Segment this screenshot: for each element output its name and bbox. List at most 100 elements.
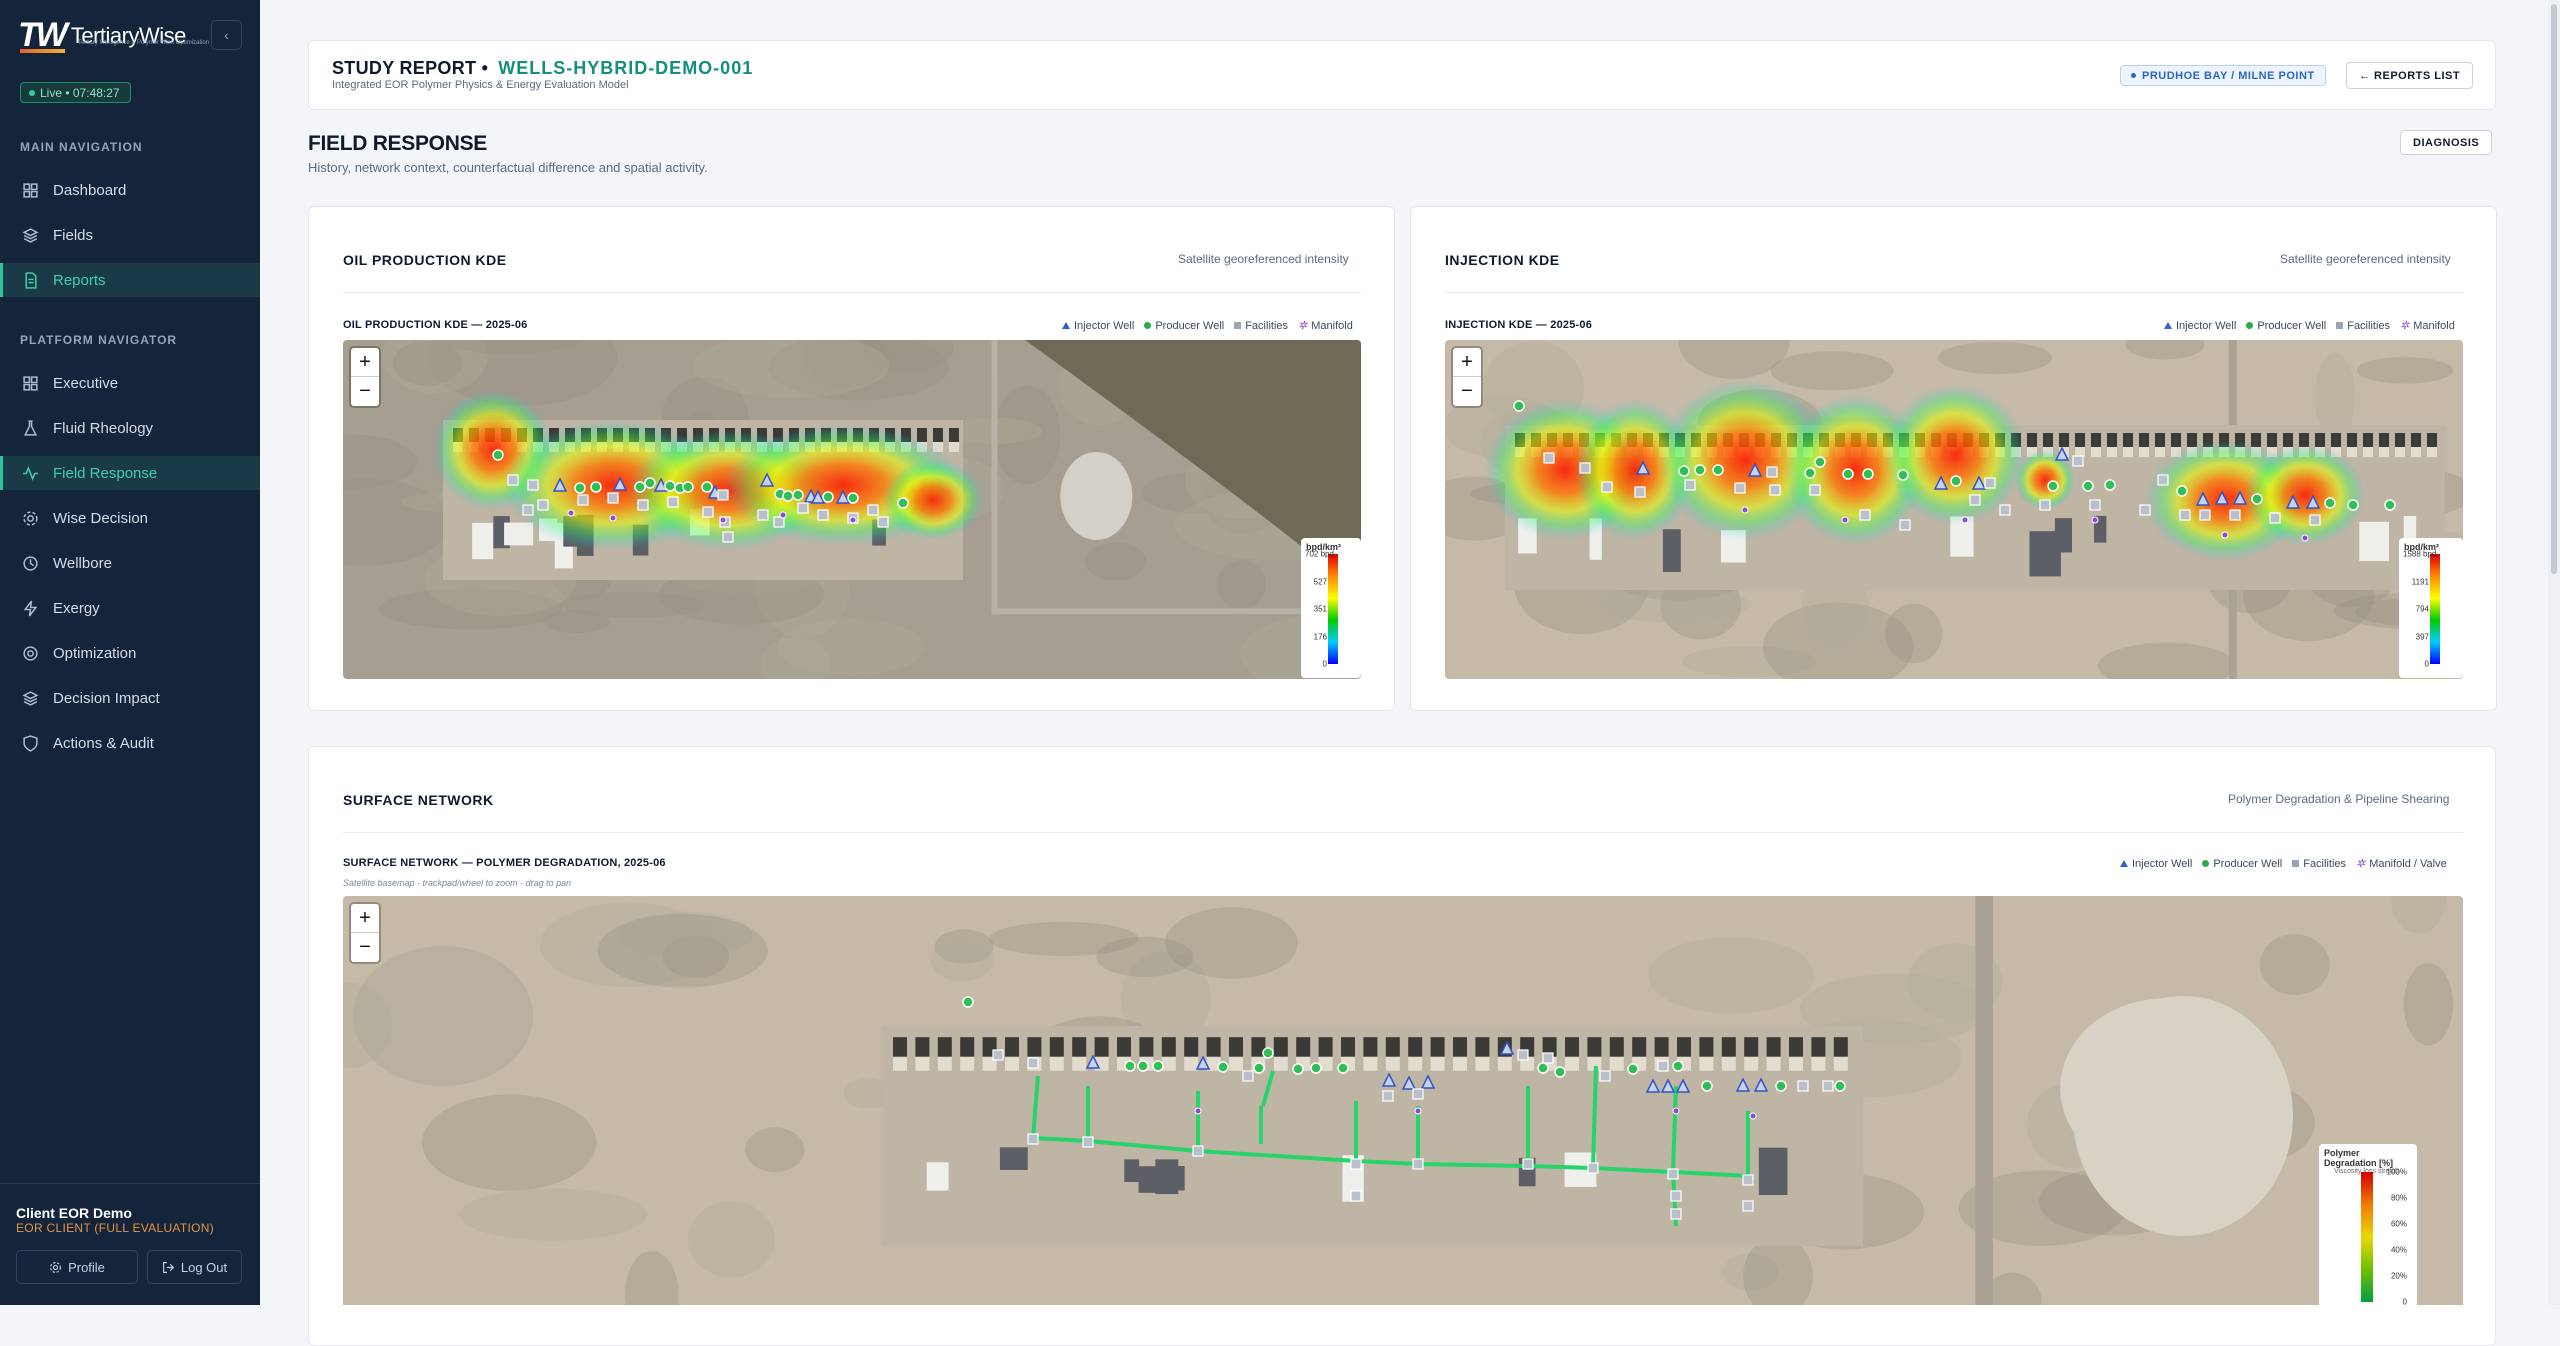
collapse-sidebar-button[interactable]: ‹ — [211, 20, 242, 50]
producer-well-marker[interactable] — [1775, 1080, 1787, 1092]
producer-well-marker[interactable] — [1513, 400, 1525, 412]
producer-well-marker[interactable] — [664, 480, 676, 492]
producer-well-marker[interactable] — [792, 489, 804, 501]
manifold-marker[interactable] — [1961, 516, 1969, 524]
facility-marker[interactable] — [667, 496, 679, 508]
sidebar-item-reports[interactable]: Reports — [0, 263, 260, 297]
facility-marker[interactable] — [1599, 1070, 1611, 1082]
facility-marker[interactable] — [757, 509, 769, 521]
facility-marker[interactable] — [1766, 466, 1778, 478]
producer-well-marker[interactable] — [1337, 1062, 1349, 1074]
producer-well-marker[interactable] — [1292, 1063, 1304, 1075]
facility-marker[interactable] — [1412, 1158, 1424, 1170]
producer-well-marker[interactable] — [1712, 464, 1724, 476]
facility-marker[interactable] — [1809, 484, 1821, 496]
facility-marker[interactable] — [773, 516, 785, 528]
producer-well-marker[interactable] — [574, 482, 586, 494]
producer-well-marker[interactable] — [1804, 467, 1816, 479]
producer-well-marker[interactable] — [701, 481, 713, 493]
producer-well-marker[interactable] — [1950, 475, 1962, 487]
sidebar-item-dashboard[interactable]: Dashboard — [0, 173, 260, 207]
facility-marker[interactable] — [1412, 1088, 1424, 1100]
manifold-marker[interactable] — [1841, 516, 1849, 524]
manifold-marker[interactable] — [2091, 516, 2099, 524]
producer-well-marker[interactable] — [1678, 465, 1690, 477]
facility-marker[interactable] — [1969, 494, 1981, 506]
facility-marker[interactable] — [1742, 1200, 1754, 1212]
sidebar-item-exergy[interactable]: Exergy — [0, 591, 260, 625]
producer-well-marker[interactable] — [2176, 485, 2188, 497]
producer-well-marker[interactable] — [1310, 1062, 1322, 1074]
facility-marker[interactable] — [1984, 477, 1996, 489]
facility-marker[interactable] — [1797, 1080, 1809, 1092]
facility-marker[interactable] — [1657, 1060, 1669, 1072]
producer-well-marker[interactable] — [782, 490, 794, 502]
facility-marker[interactable] — [2199, 509, 2211, 521]
facility-marker[interactable] — [607, 492, 619, 504]
facility-marker[interactable] — [1242, 1070, 1254, 1082]
facility-marker[interactable] — [2157, 474, 2169, 486]
facility-marker[interactable] — [717, 489, 729, 501]
producer-well-marker[interactable] — [2347, 499, 2359, 511]
producer-well-marker[interactable] — [2384, 499, 2396, 511]
producer-well-marker[interactable] — [634, 481, 646, 493]
facility-marker[interactable] — [1999, 504, 2011, 516]
producer-well-marker[interactable] — [2324, 497, 2336, 509]
manifold-marker[interactable] — [1414, 1107, 1422, 1115]
facility-marker[interactable] — [1192, 1145, 1204, 1157]
producer-well-marker[interactable] — [1862, 468, 1874, 480]
manifold-marker[interactable] — [1672, 1107, 1680, 1115]
facility-marker[interactable] — [1517, 1049, 1529, 1061]
facility-marker[interactable] — [1742, 1174, 1754, 1186]
facility-marker[interactable] — [2269, 512, 2281, 524]
facility-marker[interactable] — [1027, 1133, 1039, 1145]
producer-well-marker[interactable] — [1262, 1047, 1274, 1059]
facility-marker[interactable] — [1822, 1080, 1834, 1092]
producer-well-marker[interactable] — [822, 491, 834, 503]
sidebar-item-fluid-rheology[interactable]: Fluid Rheology — [0, 411, 260, 445]
scrollbar-thumb[interactable] — [2551, 4, 2557, 574]
producer-well-marker[interactable] — [1217, 1061, 1229, 1073]
producer-well-marker[interactable] — [682, 481, 694, 493]
facility-marker[interactable] — [637, 499, 649, 511]
producer-well-marker[interactable] — [1253, 1062, 1265, 1074]
brand-logo[interactable]: TW TertiaryWise Tertiary Intelligence & … — [18, 16, 209, 55]
facility-marker[interactable] — [1350, 1158, 1362, 1170]
facility-marker[interactable] — [992, 1049, 1004, 1061]
producer-well-marker[interactable] — [1554, 1066, 1566, 1078]
manifold-marker[interactable] — [719, 516, 727, 524]
facility-marker[interactable] — [1543, 452, 1555, 464]
surface-network-map[interactable]: + − Polymer Degradation [%] Viscosity lo… — [343, 896, 2463, 1305]
manifold-marker[interactable] — [2301, 534, 2309, 542]
zoom-out-button[interactable]: − — [1453, 377, 1481, 406]
facility-marker[interactable] — [722, 531, 734, 543]
producer-well-marker[interactable] — [1152, 1060, 1164, 1072]
facility-marker[interactable] — [1734, 482, 1746, 494]
facility-marker[interactable] — [1634, 486, 1646, 498]
facility-marker[interactable] — [867, 504, 879, 516]
facility-marker[interactable] — [1082, 1136, 1094, 1148]
facility-marker[interactable] — [2039, 499, 2051, 511]
facility-marker[interactable] — [577, 494, 589, 506]
producer-well-marker[interactable] — [644, 477, 656, 489]
manifold-marker[interactable] — [609, 514, 617, 522]
facility-marker[interactable] — [1601, 481, 1613, 493]
diagnosis-button[interactable]: DIAGNOSIS — [2400, 130, 2493, 155]
facility-marker[interactable] — [1382, 1090, 1394, 1102]
facility-marker[interactable] — [2179, 509, 2191, 521]
producer-well-marker[interactable] — [1537, 1062, 1549, 1074]
sidebar-item-actions-audit[interactable]: Actions & Audit — [0, 726, 260, 760]
zoom-out-button[interactable]: − — [351, 933, 379, 962]
facility-marker[interactable] — [527, 479, 539, 491]
producer-well-marker[interactable] — [1694, 464, 1706, 476]
sidebar-item-wellbore[interactable]: Wellbore — [0, 546, 260, 580]
facility-marker[interactable] — [1542, 1052, 1554, 1064]
zoom-in-button[interactable]: + — [1453, 348, 1481, 377]
facility-marker[interactable] — [797, 502, 809, 514]
facility-marker[interactable] — [1350, 1190, 1362, 1202]
producer-well-marker[interactable] — [1834, 1080, 1846, 1092]
facility-marker[interactable] — [507, 474, 519, 486]
facility-marker[interactable] — [1670, 1208, 1682, 1220]
producer-well-marker[interactable] — [492, 449, 504, 461]
manifold-marker[interactable] — [1194, 1107, 1202, 1115]
